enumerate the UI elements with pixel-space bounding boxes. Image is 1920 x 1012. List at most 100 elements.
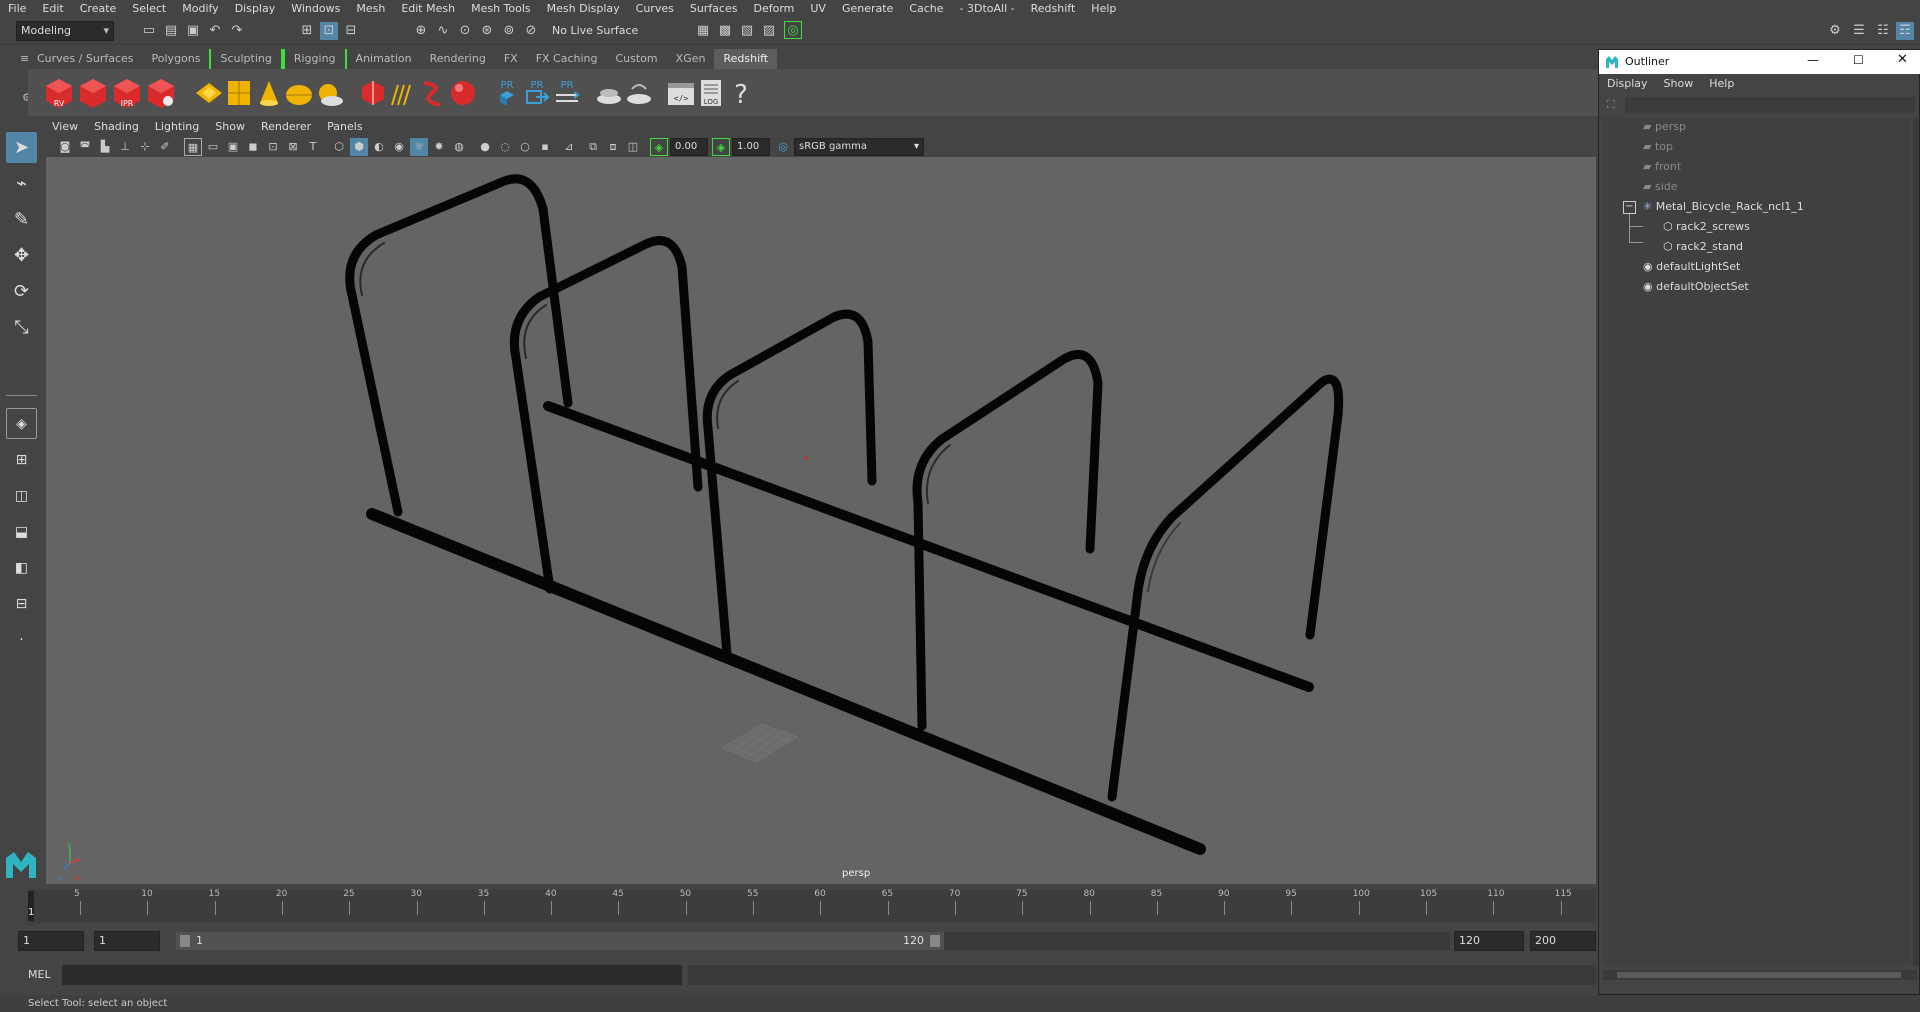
save-scene-icon[interactable]: ▣: [184, 22, 202, 40]
tab-rigging[interactable]: Rigging: [282, 49, 347, 69]
menu-surfaces[interactable]: Surfaces: [682, 0, 746, 17]
time-slider[interactable]: 5 10 15 20 25 30 35 40 45 50 55 60 65 70 75 80 85 90 95 100…: [28, 889, 1596, 923]
range-start-handle[interactable]: [180, 935, 190, 947]
redshift-settings-icon[interactable]: [146, 77, 176, 109]
menu-mesh[interactable]: Mesh: [348, 0, 393, 17]
viewport-persp[interactable]: x y z persp: [46, 157, 1596, 884]
hoop-5[interactable]: [1107, 374, 1344, 802]
gamma-icon[interactable]: ◈: [712, 138, 730, 156]
persp-uv-layout-icon[interactable]: ◧: [6, 553, 37, 584]
render-view-icon[interactable]: ▨: [760, 22, 778, 40]
redo-icon[interactable]: ↷: [228, 22, 246, 40]
render-frame-icon[interactable]: ▩: [716, 22, 734, 40]
select-object-icon[interactable]: ⊡: [320, 22, 338, 40]
select-camera-icon[interactable]: ◙: [56, 138, 74, 156]
redshift-pr-sync-icon[interactable]: PR: [552, 77, 582, 109]
select-tool-icon[interactable]: ➤: [6, 132, 37, 163]
redshift-render-view-icon[interactable]: RV: [44, 77, 74, 109]
tab-redshift[interactable]: Redshift: [714, 49, 778, 69]
tab-rendering[interactable]: Rendering: [421, 49, 495, 69]
outliner-item-default-object-set[interactable]: ◉ defaultObjectSet: [1643, 278, 1749, 296]
toggle-panel-icon[interactable]: ☰: [1850, 22, 1868, 40]
paint-select-tool-icon[interactable]: ✎: [6, 204, 37, 235]
redshift-snapshot-icon[interactable]: [78, 77, 108, 109]
panel-menu-view[interactable]: View: [44, 117, 86, 137]
playback-start-field[interactable]: 1: [94, 931, 160, 951]
playback-end-field[interactable]: 120: [1454, 931, 1524, 951]
outliner-item-persp[interactable]: ▰ persp: [1643, 118, 1686, 136]
gate-mask-icon[interactable]: ◼: [244, 138, 262, 156]
field-chart-icon[interactable]: ⊡: [264, 138, 282, 156]
range-end-handle[interactable]: [930, 935, 940, 947]
tab-animation[interactable]: Animation: [347, 49, 421, 69]
collapse-icon[interactable]: −: [1623, 201, 1636, 214]
workspace-dropdown[interactable]: Modeling ▾: [16, 21, 114, 41]
command-input[interactable]: [62, 965, 682, 985]
close-icon[interactable]: ✕: [1897, 52, 1908, 67]
scale-tool-icon[interactable]: ⤡: [6, 312, 37, 343]
open-scene-icon[interactable]: ▤: [162, 22, 180, 40]
menu-edit-mesh[interactable]: Edit Mesh: [393, 0, 463, 17]
redshift-curve-icon[interactable]: [418, 77, 448, 109]
single-perspective-layout-icon[interactable]: ◈: [6, 408, 37, 439]
menu-cache[interactable]: Cache: [901, 0, 951, 17]
smooth-shade-icon[interactable]: ⬢: [350, 138, 368, 156]
redshift-environment-icon[interactable]: [624, 77, 654, 109]
exposure-field[interactable]: 0.00: [670, 138, 708, 156]
snap-curve-icon[interactable]: ∿: [434, 22, 452, 40]
grid-icon[interactable]: ▦: [184, 138, 202, 156]
tab-xgen[interactable]: XGen: [667, 49, 715, 69]
menu-file[interactable]: File: [0, 0, 34, 17]
image-plane-icon[interactable]: ⊥: [116, 138, 134, 156]
front-rail[interactable]: [366, 508, 1206, 855]
filter-icon[interactable]: ⛶: [1607, 98, 1615, 112]
ambient-occlusion-icon[interactable]: ◍: [450, 138, 468, 156]
safe-action-icon[interactable]: ⊠: [284, 138, 302, 156]
select-hierarchy-icon[interactable]: ⊞: [298, 22, 316, 40]
outliner-persp-graph-layout-icon[interactable]: ⊟: [6, 589, 37, 620]
default-material-icon[interactable]: ◐: [370, 138, 388, 156]
outliner-vertical-scrollbar[interactable]: [1913, 118, 1919, 966]
panel-menu-shading[interactable]: Shading: [86, 117, 147, 137]
redshift-proxy-icon[interactable]: [358, 77, 388, 109]
snap-surface-icon[interactable]: ⊚: [500, 22, 518, 40]
live-surface-field[interactable]: No Live Surface: [552, 22, 648, 40]
outliner-item-default-light-set[interactable]: ◉ defaultLightSet: [1643, 258, 1740, 276]
wireframe-icon[interactable]: ⬡: [330, 138, 348, 156]
use-all-lights-icon[interactable]: ☼: [410, 138, 428, 156]
hoop-2[interactable]: [509, 236, 703, 594]
outliner-menu-show[interactable]: Show: [1656, 74, 1702, 94]
menu-deform[interactable]: Deform: [745, 0, 802, 17]
snap-vertex-icon[interactable]: ⊘: [522, 22, 540, 40]
redshift-pr-object-icon[interactable]: PR: [492, 77, 522, 109]
menu-display[interactable]: Display: [227, 0, 284, 17]
start-time-field[interactable]: 1: [18, 931, 84, 951]
rotate-tool-icon[interactable]: ⟳: [6, 276, 37, 307]
hoop-3[interactable]: [702, 309, 877, 659]
tab-polygons[interactable]: Polygons: [143, 49, 210, 69]
lasso-tool-icon[interactable]: ⌁: [6, 168, 37, 199]
four-view-layout-icon[interactable]: ⊞: [6, 445, 37, 476]
view-transform-dropdown[interactable]: sRGB gamma ▾: [794, 138, 924, 156]
menu-3dtoall[interactable]: - 3DtoAll -: [952, 0, 1023, 17]
range-slider[interactable]: 1 120: [176, 932, 944, 950]
menu-uv[interactable]: UV: [802, 0, 834, 17]
ipr-render-icon[interactable]: ▧: [738, 22, 756, 40]
resolution-gate-icon[interactable]: ▣: [224, 138, 242, 156]
snap-point-icon[interactable]: ⊙: [456, 22, 474, 40]
redshift-pr-export-icon[interactable]: PR: [522, 77, 552, 109]
menu-modify[interactable]: Modify: [174, 0, 226, 17]
workspace-icon[interactable]: ⚙: [1826, 22, 1844, 40]
gamma-field[interactable]: 1.00: [732, 138, 770, 156]
command-language-label[interactable]: MEL: [28, 968, 51, 981]
toggle-channel-icon[interactable]: ☶: [1896, 22, 1914, 40]
redshift-cone-light-icon[interactable]: [254, 77, 284, 109]
xray-joints-icon[interactable]: ⧈: [604, 138, 622, 156]
toolbox-more-icon[interactable]: ·: [6, 625, 37, 656]
redshift-hair-icon[interactable]: [388, 77, 418, 109]
anti-aliasing-icon[interactable]: ◌: [496, 138, 514, 156]
redshift-dome-light-icon[interactable]: [284, 77, 314, 109]
select-component-icon[interactable]: ⊟: [342, 22, 360, 40]
redshift-sun-light-icon[interactable]: [314, 77, 344, 109]
redshift-script-editor-icon[interactable]: </>: [666, 77, 696, 109]
